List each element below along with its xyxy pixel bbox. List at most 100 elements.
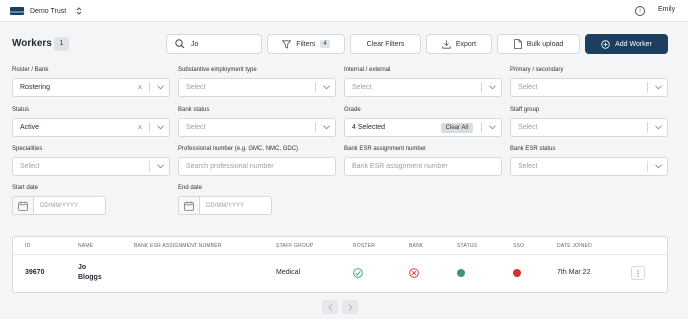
chevron-down-icon (652, 125, 664, 130)
add-worker-label: Add Worker (615, 40, 652, 48)
bank-esr-status-placeholder: Select (518, 163, 538, 170)
bank-esr-number-input[interactable]: Bank ESR assignment number (344, 157, 502, 176)
column-header-roster[interactable]: ROSTER (353, 243, 375, 249)
chevron-down-icon (154, 85, 166, 90)
end-date-input[interactable]: DD/MM/YYYY (200, 196, 272, 215)
row-actions-menu-icon[interactable]: ⋮ (631, 266, 645, 280)
primary-secondary-label: Primary / secondary (510, 67, 564, 73)
calendar-icon[interactable] (12, 196, 34, 215)
clear-icon[interactable]: × (135, 123, 145, 132)
bank-status-label: Bank status (178, 107, 210, 113)
calendar-icon[interactable] (178, 196, 200, 215)
staff-group-placeholder: Select (518, 124, 538, 131)
org-name: Demo Trust (30, 7, 67, 15)
internal-external-placeholder: Select (352, 84, 372, 91)
substantive-placeholder: Select (186, 84, 206, 91)
worker-last-name[interactable]: Bloggs (78, 274, 102, 281)
roster-bank-value: Rostering (20, 84, 50, 91)
bank-esr-number-placeholder: Bank ESR assignment number (352, 163, 448, 170)
bank-esr-number-label: Bank ESR assignment number (344, 146, 427, 152)
chevron-down-icon (320, 85, 332, 90)
plus-circle-icon (601, 39, 610, 49)
worker-count-badge: 1 (54, 37, 69, 51)
specialities-label: Specialities (12, 146, 43, 152)
export-button[interactable]: Export (426, 34, 492, 54)
filters-label: Filters (296, 40, 316, 48)
top-bar: Demo Trust i Emily (0, 0, 688, 22)
bank-esr-status-select[interactable]: Select (510, 157, 668, 176)
bulk-upload-label: Bulk upload (526, 40, 564, 48)
bank-status-placeholder: Select (186, 124, 206, 131)
internal-external-label: Internal / external (344, 67, 391, 73)
professional-number-label: Professional number (e.g. GMC, NMC, GDC) (178, 146, 299, 152)
sso-inactive-indicator (513, 269, 521, 277)
substantive-select[interactable]: Select (178, 78, 336, 97)
status-value: Active (20, 124, 40, 131)
clear-filters-button[interactable]: Clear Filters (350, 34, 421, 54)
chevron-down-icon (486, 85, 498, 90)
worker-id: 39670 (25, 269, 45, 276)
grade-select[interactable]: 4 Selected Clear All (344, 118, 502, 137)
bank-esr-status-label: Bank ESR status (510, 146, 556, 152)
chevron-down-icon (652, 85, 664, 90)
staff-group-label: Staff group (510, 107, 540, 113)
column-header-name[interactable]: NAME (78, 243, 93, 249)
internal-external-select[interactable]: Select (344, 78, 502, 97)
column-header-status[interactable]: STATUS (457, 243, 477, 249)
org-switcher[interactable]: Demo Trust (10, 5, 82, 17)
grade-clear-all-button[interactable]: Clear All (440, 122, 473, 133)
bank-status-select[interactable]: Select (178, 118, 336, 137)
column-header-date-joined[interactable]: DATE JOINED (557, 243, 592, 249)
clear-icon[interactable]: × (135, 83, 145, 92)
page-title: Workers (12, 38, 52, 49)
start-date-input[interactable]: DD/MM/YYYY (34, 196, 106, 215)
file-icon (513, 39, 522, 49)
bank-cross-icon (409, 268, 419, 278)
search-icon (175, 39, 185, 49)
primary-secondary-placeholder: Select (518, 84, 538, 91)
chevron-down-icon (320, 125, 332, 130)
previous-page-button[interactable] (322, 300, 338, 314)
download-icon (442, 40, 451, 49)
roster-bank-select[interactable]: Rostering × (12, 78, 170, 97)
end-date-picker[interactable]: DD/MM/YYYY (178, 196, 272, 215)
specialities-select[interactable]: Select (12, 157, 170, 176)
add-worker-button[interactable]: Add Worker (585, 34, 668, 54)
start-date-label: Start date (12, 185, 39, 191)
staff-group-select[interactable]: Select (510, 118, 668, 137)
end-date-label: End date (178, 185, 203, 191)
column-header-id[interactable]: ID (25, 243, 30, 249)
org-logo (10, 7, 24, 15)
status-active-indicator (457, 269, 465, 277)
worker-staff-group: Medical (276, 269, 301, 276)
worker-date-joined: 7th Mar 22 (557, 269, 591, 276)
user-name[interactable]: Emily (658, 6, 675, 13)
worker-first-name[interactable]: Jo (78, 264, 86, 271)
chevron-left-icon (327, 303, 332, 311)
start-date-picker[interactable]: DD/MM/YYYY (12, 196, 106, 215)
chevron-up-down-icon (76, 6, 82, 16)
professional-number-input[interactable]: Search professional number (178, 157, 336, 176)
status-select[interactable]: Active × (12, 118, 170, 137)
grade-label: Grade (344, 107, 361, 113)
export-label: Export (455, 40, 477, 48)
column-header-bank-esr[interactable]: BANK ESR ASSIGNMENT NUMBER (134, 243, 222, 249)
primary-secondary-select[interactable]: Select (510, 78, 668, 97)
filters-count-badge: 4 (320, 40, 330, 48)
info-icon[interactable]: i (635, 6, 645, 16)
roster-check-icon (353, 268, 363, 278)
substantive-label: Substantive employment type (178, 67, 257, 73)
workers-table: ID NAME BANK ESR ASSIGNMENT NUMBER STAFF… (12, 236, 668, 293)
search-input[interactable]: Jo (166, 34, 262, 54)
column-header-bank[interactable]: BANK (409, 243, 423, 249)
chevron-down-icon (154, 164, 166, 169)
chevron-down-icon (486, 125, 498, 130)
column-header-staff-group[interactable]: STAFF GROUP (276, 243, 313, 249)
search-value: Jo (191, 40, 199, 48)
next-page-button[interactable] (342, 300, 358, 314)
specialities-placeholder: Select (20, 163, 40, 170)
filters-button[interactable]: Filters 4 (267, 34, 345, 54)
chevron-right-icon (348, 303, 353, 311)
bulk-upload-button[interactable]: Bulk upload (497, 34, 580, 54)
column-header-sso[interactable]: SSO (513, 243, 524, 249)
